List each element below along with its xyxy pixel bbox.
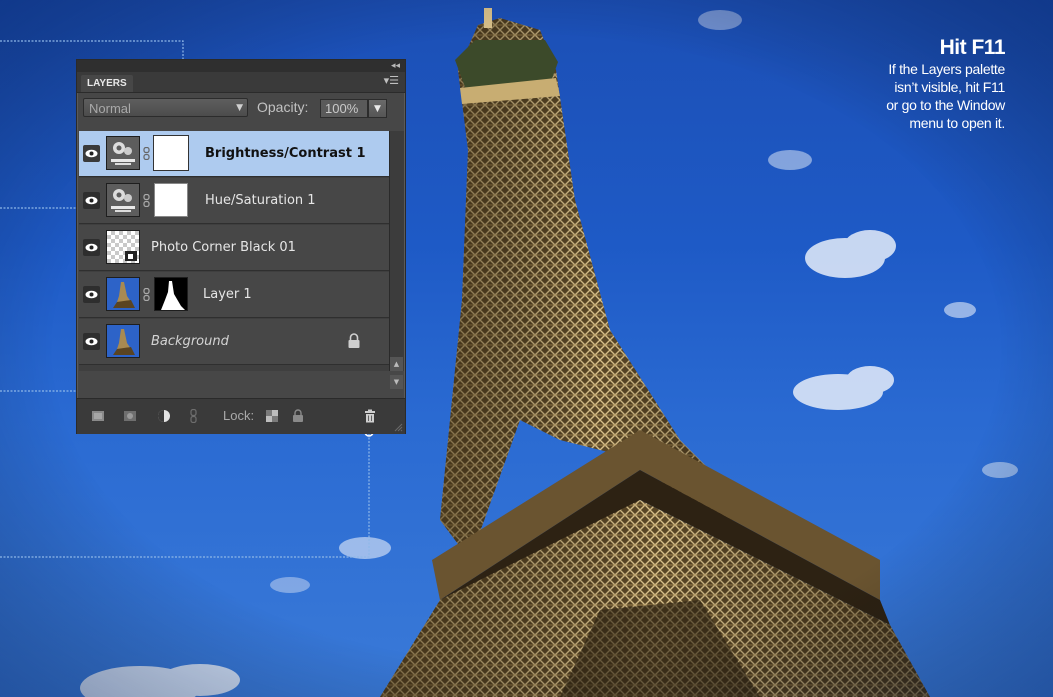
layers-bottom-toolbar: Lock:: [77, 398, 405, 434]
palette-menu-icon[interactable]: ▾☰: [384, 74, 399, 88]
opacity-input[interactable]: 100%: [320, 99, 368, 118]
layers-palette: ◂◂ LAYERS ▾☰ Normal ▼ Opacity: 100% ▼ Br…: [76, 59, 406, 434]
opacity-slider-button[interactable]: ▼: [368, 99, 387, 118]
callout-title: Hit F11: [939, 36, 1006, 59]
scroll-down-arrow-icon[interactable]: ▼: [390, 375, 403, 389]
layer-name[interactable]: Brightness/Contrast 1: [205, 131, 366, 177]
layer-name[interactable]: Layer 1: [203, 272, 252, 318]
callout-line: menu to open it.: [909, 115, 1005, 131]
visibility-eye-icon[interactable]: [83, 333, 100, 350]
layer-mask-thumbnail[interactable]: [154, 277, 188, 311]
layer-thumbnail[interactable]: [106, 230, 140, 264]
visibility-eye-icon[interactable]: [83, 145, 100, 162]
palette-tab-bar: LAYERS ▾☰: [77, 72, 405, 93]
layer-list: Brightness/Contrast 1 Hue/Saturation 1 P…: [79, 131, 389, 371]
layer-list-scrollbar[interactable]: ▲ ▼: [389, 131, 404, 389]
callout-line: or go to the Window: [886, 97, 1005, 113]
tab-layers[interactable]: LAYERS: [81, 75, 133, 92]
mask-link-icon[interactable]: [143, 288, 150, 301]
layer-row-brightness-contrast[interactable]: Brightness/Contrast 1: [79, 131, 389, 177]
lock-icon: [348, 333, 360, 348]
adjustment-thumbnail-gear-icon[interactable]: [106, 183, 140, 217]
layer-row-background[interactable]: Background: [79, 319, 389, 365]
callout-line: isn’t visible, hit F11: [894, 79, 1005, 95]
chevron-down-icon: ▼: [236, 103, 243, 113]
visibility-eye-icon[interactable]: [83, 192, 100, 209]
blend-mode-dropdown[interactable]: Normal ▼: [83, 98, 248, 117]
lock-all-icon[interactable]: [291, 409, 305, 423]
visibility-eye-icon[interactable]: [83, 286, 100, 303]
collapse-icon[interactable]: ◂◂: [391, 60, 400, 72]
palette-title-bar[interactable]: ◂◂: [77, 60, 405, 72]
adjustment-thumbnail-gear-icon[interactable]: [106, 136, 140, 170]
layer-row-layer-1[interactable]: Layer 1: [79, 272, 389, 318]
adjustment-layer-icon[interactable]: [157, 409, 171, 423]
layer-thumbnail[interactable]: [106, 324, 140, 358]
layer-name[interactable]: Background: [151, 319, 229, 365]
lock-transparency-icon[interactable]: [265, 409, 279, 423]
new-group-icon[interactable]: [123, 409, 137, 423]
mask-link-icon[interactable]: [143, 194, 150, 207]
opacity-label: Opacity:: [257, 99, 309, 115]
layer-row-hue-saturation[interactable]: Hue/Saturation 1: [79, 178, 389, 224]
scroll-up-arrow-icon[interactable]: ▲: [390, 357, 403, 371]
layer-name[interactable]: Hue/Saturation 1: [205, 178, 316, 224]
blend-mode-value: Normal: [89, 101, 131, 116]
layer-thumbnail[interactable]: [106, 277, 140, 311]
hit-f11-callout: Hit F11 If the Layers palette isn’t visi…: [785, 36, 1005, 132]
visibility-eye-icon[interactable]: [83, 239, 100, 256]
callout-body: If the Layers palette isn’t visible, hit…: [785, 60, 1005, 132]
layer-name[interactable]: Photo Corner Black 01: [151, 225, 296, 271]
new-layer-icon[interactable]: [91, 409, 105, 423]
layer-options-row: Normal ▼ Opacity: 100% ▼: [77, 93, 405, 123]
trash-icon[interactable]: [363, 409, 377, 423]
layer-list-empty-area: [79, 366, 389, 371]
callout-line: If the Layers palette: [888, 61, 1005, 77]
layer-mask-thumbnail[interactable]: [154, 136, 188, 170]
link-layers-icon[interactable]: [187, 409, 201, 423]
layer-mask-thumbnail[interactable]: [154, 183, 188, 217]
mask-link-icon[interactable]: [143, 147, 150, 160]
lock-label: Lock:: [223, 408, 255, 423]
layer-row-photo-corner[interactable]: Photo Corner Black 01: [79, 225, 389, 271]
resize-grip-icon[interactable]: [393, 422, 403, 432]
